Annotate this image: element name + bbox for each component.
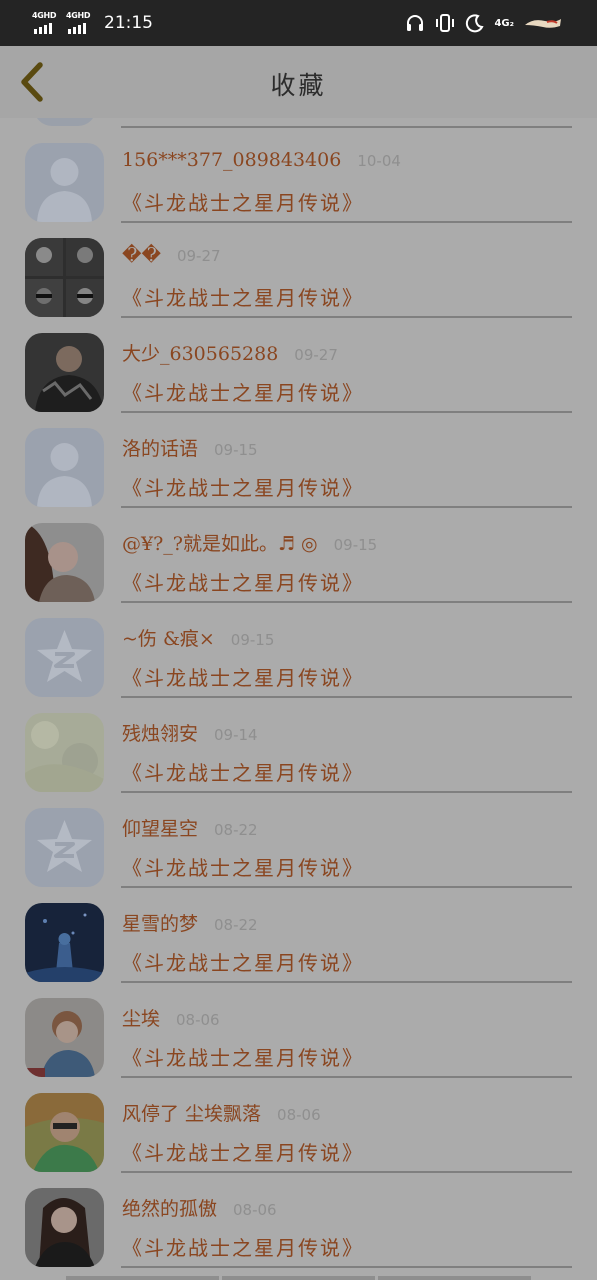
row-name: 大少_630565288 bbox=[122, 343, 279, 365]
row-name-line: 仰望星空 08-22 bbox=[122, 814, 258, 841]
list-item[interactable]: 洛的话语 09-15 《斗龙战士之星月传说》 bbox=[0, 403, 597, 508]
row-date: 09-14 bbox=[214, 726, 258, 744]
signal-tag: 4GHD bbox=[32, 11, 57, 20]
row-name: 156***377_089843406 bbox=[122, 149, 342, 171]
row-date: 09-27 bbox=[294, 346, 338, 364]
row-name-line: 大少_630565288 09-27 bbox=[122, 339, 338, 366]
row-date: 08-06 bbox=[176, 1011, 220, 1029]
row-date: 10-04 bbox=[357, 152, 401, 170]
signal-bars bbox=[34, 23, 52, 34]
photo-avatar[interactable] bbox=[25, 713, 104, 792]
row-name: 星雪的梦 bbox=[122, 913, 199, 935]
row-title[interactable]: 《斗龙战士之星月传说》 bbox=[122, 1232, 364, 1261]
row-name: 尘埃 bbox=[122, 1008, 161, 1030]
signal-icon: 4GHD bbox=[66, 12, 94, 34]
photo-avatar[interactable] bbox=[25, 523, 104, 602]
moon-icon bbox=[465, 13, 485, 33]
row-date: 09-15 bbox=[333, 536, 378, 554]
row-date: 08-22 bbox=[214, 916, 258, 934]
row-name-line: 残烛翎安 09-14 bbox=[122, 719, 258, 746]
photo-avatar[interactable] bbox=[25, 333, 104, 412]
list-item[interactable]: 残烛翎安 09-14 《斗龙战士之星月传说》 bbox=[0, 688, 597, 793]
headphones-icon bbox=[405, 13, 425, 33]
list-item[interactable]: 风停了 尘埃飘落 08-06 《斗龙战士之星月传说》 bbox=[0, 1068, 597, 1173]
status-right: 4G₂ bbox=[405, 10, 563, 36]
row-name-line: 尘埃 08-06 bbox=[122, 1004, 220, 1031]
row-title[interactable]: 《斗龙战士之星月传说》 bbox=[122, 852, 364, 881]
list-item[interactable]: 大少_630565288 09-27 《斗龙战士之星月传说》 bbox=[0, 308, 597, 413]
row-title[interactable]: 《斗龙战士之星月传说》 bbox=[122, 757, 364, 786]
row-name-line: @¥?_?就是如此。♬ ◎ 09-15 bbox=[122, 529, 377, 556]
page-title: 收藏 bbox=[270, 71, 327, 100]
list-item[interactable]: 星雪的梦 08-22 《斗龙战士之星月传说》 bbox=[0, 878, 597, 983]
photo-avatar[interactable] bbox=[25, 1188, 104, 1267]
row-name-line: �� 09-27 bbox=[122, 244, 221, 266]
signal-icon: 4GHD bbox=[32, 12, 60, 34]
row-date: 09-27 bbox=[176, 247, 221, 265]
list-item[interactable]: 绝然的孤傲 08-06 《斗龙战士之星月传说》 bbox=[0, 1163, 597, 1268]
row-title[interactable]: 《斗龙战士之星月传说》 bbox=[122, 1137, 364, 1166]
row-name: 洛的话语 bbox=[122, 438, 199, 460]
row-title[interactable]: 《斗龙战士之星月传说》 bbox=[122, 1042, 364, 1071]
signal-bars bbox=[68, 23, 86, 34]
list-item[interactable]: 156***377_089843406 10-04 《斗龙战士之星月传说》 bbox=[0, 118, 597, 223]
row-name: 绝然的孤傲 bbox=[122, 1198, 218, 1220]
row-name: 仰望星空 bbox=[122, 818, 199, 840]
header: 收藏 bbox=[0, 46, 597, 118]
list-item[interactable]: ~伤 &痕× 09-15 《斗龙战士之星月传说》 bbox=[0, 593, 597, 698]
row-name-line: 156***377_089843406 10-04 bbox=[122, 149, 401, 171]
row-name: �� bbox=[122, 244, 161, 266]
row-name-line: 洛的话语 09-15 bbox=[122, 434, 258, 461]
row-title[interactable]: 《斗龙战士之星月传说》 bbox=[122, 377, 364, 406]
row-date: 09-15 bbox=[214, 441, 258, 459]
row-name-line: 绝然的孤傲 08-06 bbox=[122, 1194, 277, 1221]
battery-icon bbox=[523, 14, 563, 32]
qzone-star-avatar[interactable] bbox=[25, 808, 104, 887]
row-name: ~伤 &痕× bbox=[122, 628, 215, 650]
row-name-line: ~伤 &痕× 09-15 bbox=[122, 624, 274, 651]
row-date: 09-15 bbox=[230, 631, 275, 649]
row-title[interactable]: 《斗龙战士之星月传说》 bbox=[122, 282, 364, 311]
vibrate-icon bbox=[434, 13, 456, 33]
list-item[interactable]: 尘埃 08-06 《斗龙战士之星月传说》 bbox=[0, 973, 597, 1078]
row-title[interactable]: 《斗龙战士之星月传说》 bbox=[122, 947, 364, 976]
row-title[interactable]: 《斗龙战士之星月传说》 bbox=[122, 662, 364, 691]
list-item[interactable]: �� 09-27 《斗龙战士之星月传说》 bbox=[0, 213, 597, 318]
row-name-line: 风停了 尘埃飘落 08-06 bbox=[122, 1099, 321, 1126]
list-item[interactable]: @¥?_?就是如此。♬ ◎ 09-15 《斗龙战士之星月传说》 bbox=[0, 498, 597, 603]
row-title[interactable]: 《斗龙战士之星月传说》 bbox=[122, 472, 364, 501]
status-bar: 4GHD 4GHD 21:15 4G₂ bbox=[0, 0, 597, 46]
status-time: 21:15 bbox=[104, 13, 153, 33]
qzone-star-avatar[interactable] bbox=[25, 618, 104, 697]
list-item[interactable]: 仰望星空 08-22 《斗龙战士之星月传说》 bbox=[0, 783, 597, 888]
row-date: 08-06 bbox=[233, 1201, 277, 1219]
default-avatar[interactable] bbox=[25, 143, 104, 222]
default-avatar[interactable] bbox=[25, 428, 104, 507]
favorites-list[interactable]: 156***377_089843406 10-04 《斗龙战士之星月传说》 ��… bbox=[0, 118, 597, 1280]
photo-avatar[interactable] bbox=[25, 238, 104, 317]
signal-tag: 4GHD bbox=[66, 11, 91, 20]
status-left: 4GHD 4GHD 21:15 bbox=[32, 8, 153, 38]
photo-avatar[interactable] bbox=[25, 998, 104, 1077]
row-name: @¥?_?就是如此。♬ ◎ bbox=[122, 533, 318, 555]
row-name: 残烛翎安 bbox=[122, 723, 199, 745]
row-date: 08-06 bbox=[277, 1106, 321, 1124]
divider bbox=[121, 1266, 572, 1268]
network-label: 4G₂ bbox=[494, 17, 514, 29]
photo-avatar[interactable] bbox=[25, 1093, 104, 1172]
row-name: 风停了 尘埃飘落 bbox=[122, 1103, 262, 1125]
row-title[interactable]: 《斗龙战士之星月传说》 bbox=[122, 187, 364, 216]
row-date: 08-22 bbox=[214, 821, 258, 839]
row-name-line: 星雪的梦 08-22 bbox=[122, 909, 258, 936]
row-title[interactable]: 《斗龙战士之星月传说》 bbox=[122, 567, 364, 596]
photo-avatar[interactable] bbox=[25, 903, 104, 982]
bottom-bar bbox=[66, 1276, 531, 1280]
